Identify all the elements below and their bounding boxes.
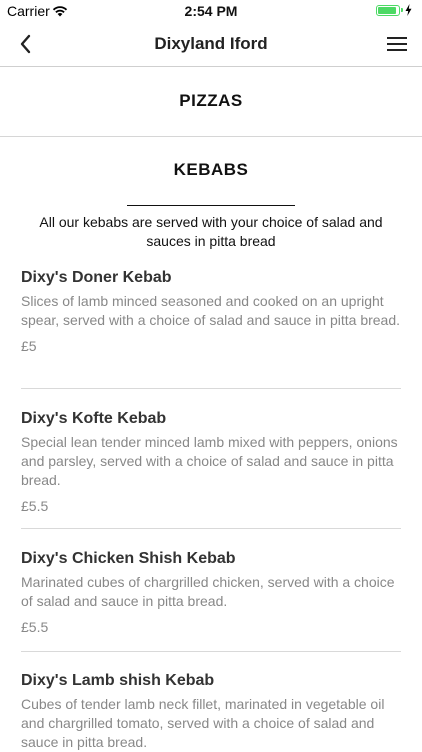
- menu-item[interactable]: Dixy's Kofte Kebab Special lean tender m…: [21, 408, 401, 514]
- item-price: £5: [21, 338, 37, 354]
- item-description: Special lean tender minced lamb mixed wi…: [21, 434, 398, 488]
- battery-icon: [376, 4, 412, 16]
- item-price: £5.5: [21, 498, 49, 514]
- section-pizzas[interactable]: PIZZAS: [0, 66, 422, 137]
- divider: [21, 388, 401, 389]
- hamburger-menu-icon: [387, 37, 407, 51]
- item-name: Dixy's Chicken Shish Kebab: [21, 550, 236, 567]
- menu-item[interactable]: Dixy's Doner Kebab Slices of lamb minced…: [21, 267, 401, 354]
- section-title-kebabs: KEBABS: [173, 160, 249, 179]
- section-description: All our kebabs are served with your choi…: [39, 214, 383, 249]
- item-description: Cubes of tender lamb neck fillet, marina…: [21, 696, 385, 750]
- divider: [21, 651, 401, 652]
- status-bar: Carrier 2:54 PM: [0, 0, 422, 22]
- item-price: £5.5: [21, 619, 49, 635]
- clock: 2:54 PM: [184, 3, 238, 19]
- page-title: Dixyland Iford: [154, 34, 268, 53]
- item-name: Dixy's Doner Kebab: [21, 269, 172, 286]
- item-description: Marinated cubes of chargrilled chicken, …: [21, 574, 395, 609]
- divider: [21, 528, 401, 529]
- charging-bolt-icon: [405, 4, 412, 16]
- navigation-bar: Dixyland Iford: [0, 22, 422, 67]
- menu-item[interactable]: Dixy's Chicken Shish Kebab Marinated cub…: [21, 548, 401, 635]
- menu-item[interactable]: Dixy's Lamb shish Kebab Cubes of tender …: [21, 670, 401, 752]
- item-description: Slices of lamb minced seasoned and cooke…: [21, 293, 401, 328]
- section-title-pizzas: PIZZAS: [179, 91, 243, 110]
- item-name: Dixy's Kofte Kebab: [21, 410, 167, 427]
- divider: [127, 205, 295, 206]
- menu-button[interactable]: [386, 34, 408, 54]
- item-name: Dixy's Lamb shish Kebab: [21, 672, 215, 689]
